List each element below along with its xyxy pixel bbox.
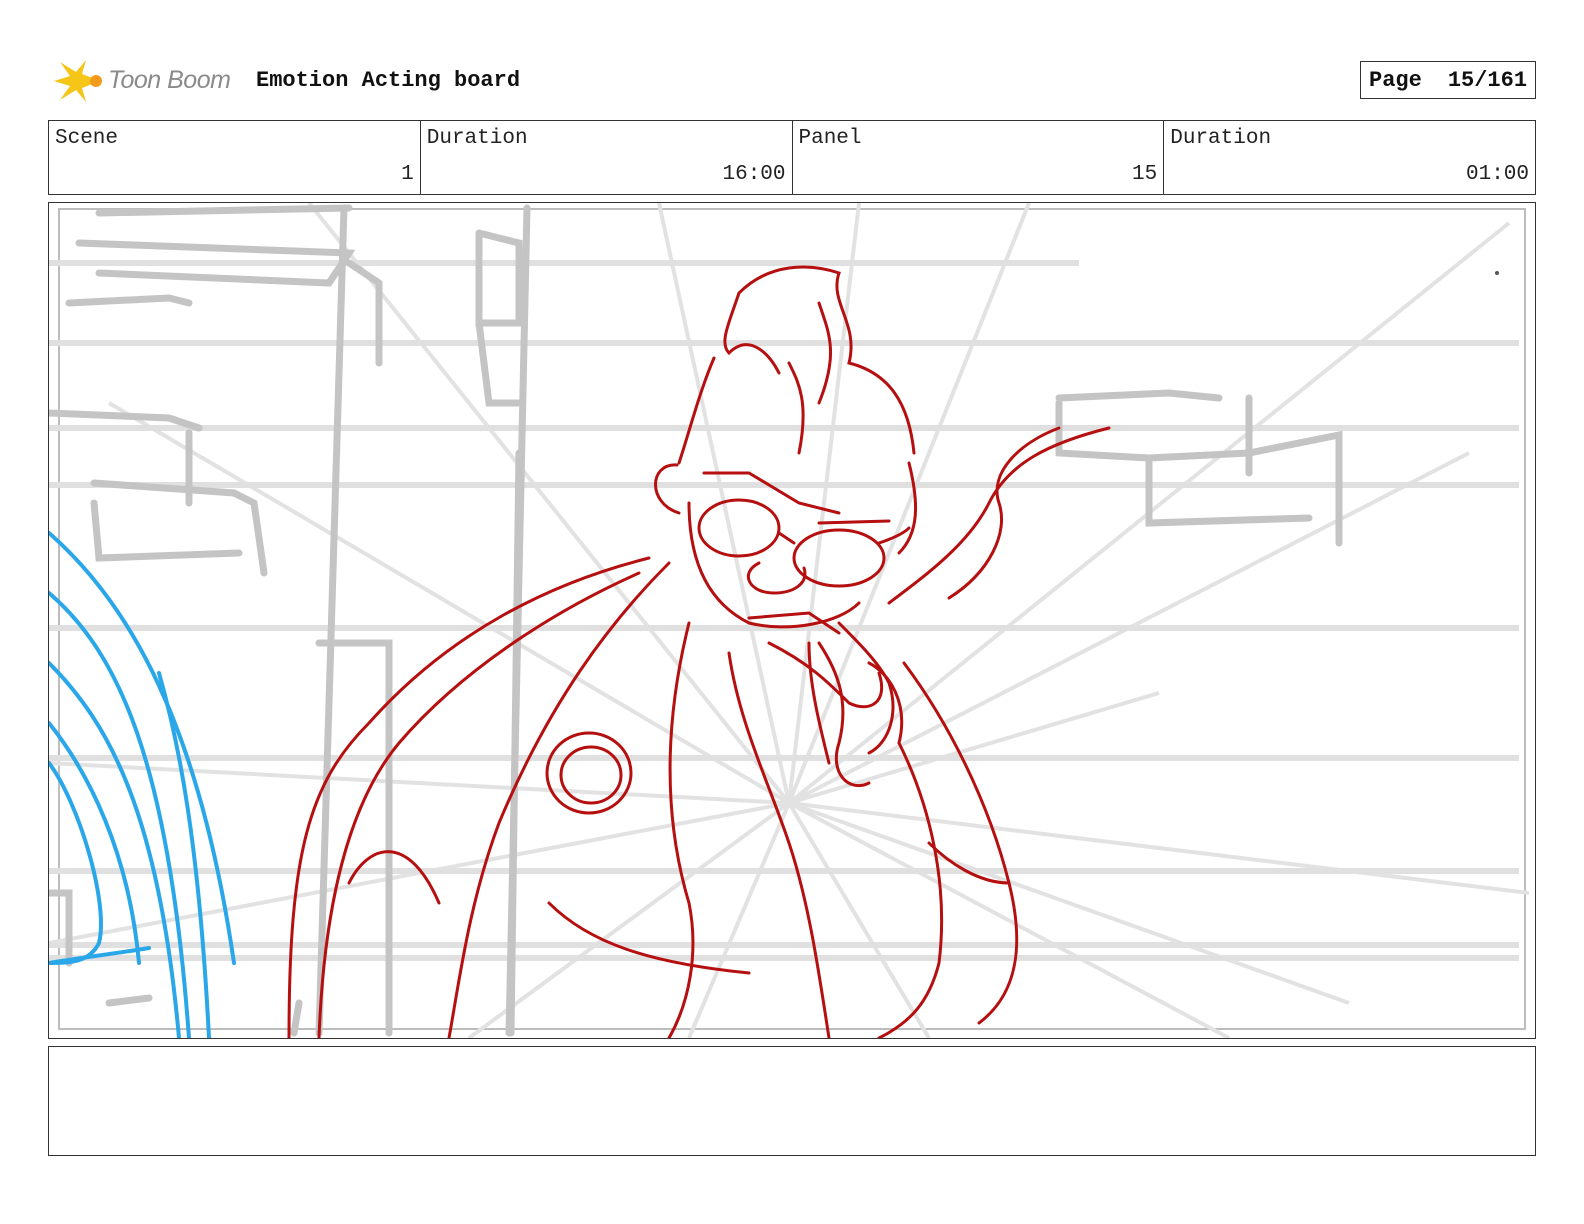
safe-frame (58, 208, 1526, 1030)
scene-duration-cell: Duration 16:00 (421, 121, 793, 194)
star-burst-icon (54, 60, 102, 102)
panel-duration-cell: Duration 01:00 (1164, 121, 1535, 194)
panel-info-row: Scene 1 Duration 16:00 Panel 15 Duration… (48, 120, 1536, 195)
panel-duration-value: 01:00 (1465, 163, 1529, 186)
panel-sketch (49, 203, 1530, 1038)
panel-value: 15 (1132, 163, 1158, 186)
scene-label: Scene (55, 127, 119, 150)
panel-label: Panel (798, 127, 862, 150)
scene-value: 1 (401, 163, 414, 186)
board-header: Toon Boom Emotion Acting board Page 15/1… (48, 56, 1536, 106)
logo-text: Toon Boom (108, 66, 231, 94)
scene-cell: Scene 1 (49, 121, 421, 194)
foreground-object-sketch (49, 531, 236, 1038)
marker-dot (1495, 271, 1499, 275)
page-indicator: Page 15/161 (1360, 61, 1536, 99)
scene-duration-label: Duration (426, 127, 528, 150)
storyboard-panel (48, 202, 1536, 1039)
page-label: Page (1369, 67, 1422, 93)
toon-boom-logo: Toon Boom (52, 56, 252, 106)
perspective-lines (49, 203, 1530, 1038)
panel-cell: Panel 15 (793, 121, 1165, 194)
board-title: Emotion Acting board (256, 68, 521, 93)
panel-duration-label: Duration (1170, 127, 1272, 150)
page-number: 15/161 (1447, 67, 1528, 93)
scene-duration-value: 16:00 (722, 163, 786, 186)
panel-notes-box[interactable] (48, 1046, 1536, 1156)
horizontal-guides (49, 260, 1519, 961)
